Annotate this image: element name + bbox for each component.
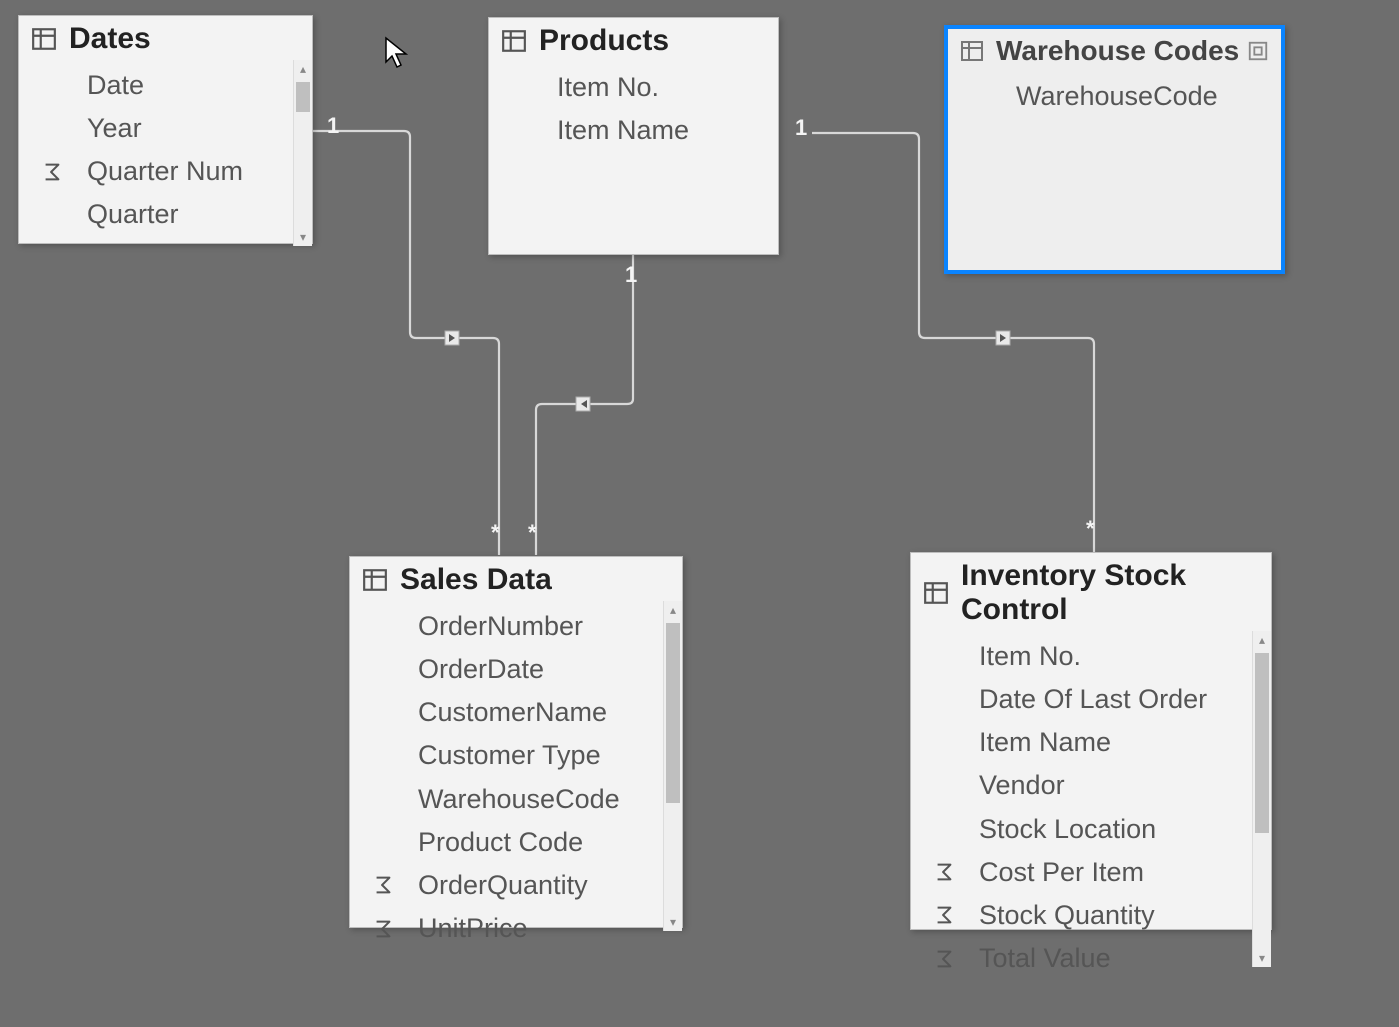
field-row[interactable]: CustomerName bbox=[350, 691, 682, 734]
field-label: OrderQuantity bbox=[418, 866, 670, 905]
field-label: Item No. bbox=[979, 637, 1259, 676]
field-label: UnitPrice bbox=[418, 909, 670, 948]
scrollbar-thumb[interactable] bbox=[666, 623, 680, 803]
field-label: Cost Per Item bbox=[979, 853, 1259, 892]
table-icon bbox=[31, 26, 57, 52]
table-title: Warehouse Codes bbox=[996, 35, 1239, 67]
field-label: Year bbox=[87, 109, 300, 148]
cardinality-products-one: 1 bbox=[625, 262, 637, 288]
cardinality-sales-star-from-dates: * bbox=[491, 520, 500, 546]
field-row[interactable]: Item Name bbox=[911, 721, 1271, 764]
scroll-up-icon[interactable]: ▴ bbox=[294, 60, 312, 78]
sigma-icon bbox=[933, 948, 979, 970]
field-label: Customer Type bbox=[418, 736, 670, 775]
field-row[interactable]: Total Value bbox=[911, 937, 1271, 980]
field-label: Item Name bbox=[557, 111, 766, 150]
scroll-down-icon[interactable]: ▾ bbox=[664, 913, 682, 931]
field-row[interactable]: UnitPrice bbox=[350, 907, 682, 950]
sigma-icon bbox=[933, 861, 979, 883]
cursor-arrow-icon bbox=[384, 36, 410, 75]
table-title: Inventory Stock Control bbox=[961, 559, 1259, 627]
field-row[interactable]: Vendor bbox=[911, 764, 1271, 807]
table-icon bbox=[362, 567, 388, 593]
field-row[interactable]: Stock Location bbox=[911, 808, 1271, 851]
sigma-icon bbox=[933, 904, 979, 926]
field-row[interactable]: Cost Per Item bbox=[911, 851, 1271, 894]
field-label: WarehouseCode bbox=[1016, 77, 1269, 116]
field-row[interactable]: OrderQuantity bbox=[350, 864, 682, 907]
cardinality-sales-star-from-products: * bbox=[528, 520, 537, 546]
table-title: Products bbox=[539, 24, 669, 58]
field-label: Total Value bbox=[979, 939, 1259, 978]
table-inventory-stock-control[interactable]: Inventory Stock Control Item No. Date Of… bbox=[910, 552, 1272, 930]
scrollbar-vertical[interactable]: ▴ ▾ bbox=[293, 60, 312, 246]
field-label: OrderNumber bbox=[418, 607, 670, 646]
cardinality-warehouse-one: 1 bbox=[795, 115, 807, 141]
table-header[interactable]: Warehouse Codes bbox=[948, 29, 1281, 71]
sigma-icon bbox=[372, 874, 418, 896]
field-row[interactable]: Product Code bbox=[350, 821, 682, 864]
field-row[interactable]: Quarter bbox=[19, 193, 312, 236]
table-header[interactable]: Inventory Stock Control bbox=[911, 553, 1271, 631]
field-label: CustomerName bbox=[418, 693, 670, 732]
table-header[interactable]: Sales Data bbox=[350, 557, 682, 601]
field-row[interactable]: Date Of Last Order bbox=[911, 678, 1271, 721]
sigma-icon bbox=[41, 161, 87, 183]
field-row[interactable]: Stock Quantity bbox=[911, 894, 1271, 937]
scrollbar-vertical[interactable]: ▴ ▾ bbox=[1252, 631, 1271, 967]
table-title: Dates bbox=[69, 22, 151, 56]
field-label: Product Code bbox=[418, 823, 670, 862]
table-icon bbox=[923, 580, 949, 606]
table-icon bbox=[501, 28, 527, 54]
scroll-down-icon[interactable]: ▾ bbox=[1253, 949, 1271, 967]
field-label: Vendor bbox=[979, 766, 1259, 805]
table-sales-data[interactable]: Sales Data OrderNumber OrderDate Custome… bbox=[349, 556, 683, 928]
field-row[interactable]: OrderNumber bbox=[350, 605, 682, 648]
field-label: Quarter bbox=[87, 195, 300, 234]
table-icon bbox=[960, 39, 984, 63]
field-label: Date Of Last Order bbox=[979, 680, 1259, 719]
scroll-down-icon[interactable]: ▾ bbox=[294, 228, 312, 246]
field-label: Quarter Num bbox=[87, 152, 300, 191]
field-row[interactable]: Customer Type bbox=[350, 734, 682, 777]
table-dates[interactable]: Dates Date Year Quarter Num Quarter bbox=[18, 15, 313, 244]
field-row[interactable]: Item No. bbox=[489, 66, 778, 109]
field-row[interactable]: WarehouseCode bbox=[350, 778, 682, 821]
field-row[interactable]: Date bbox=[19, 64, 312, 107]
field-label: Item Name bbox=[979, 723, 1259, 762]
field-row[interactable]: Year bbox=[19, 107, 312, 150]
scroll-up-icon[interactable]: ▴ bbox=[664, 601, 682, 619]
field-row[interactable]: Quarter Num bbox=[19, 150, 312, 193]
field-row[interactable]: OrderDate bbox=[350, 648, 682, 691]
field-label: OrderDate bbox=[418, 650, 670, 689]
table-header[interactable]: Products bbox=[489, 18, 778, 62]
scrollbar-thumb[interactable] bbox=[1255, 653, 1269, 833]
table-products[interactable]: Products Item No. Item Name bbox=[488, 17, 779, 255]
table-warehouse-codes[interactable]: Warehouse Codes WarehouseCode bbox=[944, 25, 1285, 274]
field-row[interactable]: Item Name bbox=[489, 109, 778, 152]
field-row[interactable]: WarehouseCode bbox=[948, 75, 1281, 118]
table-mode-icon[interactable] bbox=[1247, 40, 1269, 62]
cardinality-inventory-star: * bbox=[1086, 516, 1095, 542]
field-label: Date bbox=[87, 66, 300, 105]
cardinality-dates-one: 1 bbox=[327, 113, 339, 139]
sigma-icon bbox=[372, 918, 418, 940]
table-title: Sales Data bbox=[400, 563, 552, 597]
table-header[interactable]: Dates bbox=[19, 16, 312, 60]
field-label: Item No. bbox=[557, 68, 766, 107]
field-label: Stock Location bbox=[979, 810, 1259, 849]
field-label: Stock Quantity bbox=[979, 896, 1259, 935]
scrollbar-vertical[interactable]: ▴ ▾ bbox=[663, 601, 682, 931]
scroll-up-icon[interactable]: ▴ bbox=[1253, 631, 1271, 649]
field-row[interactable]: Item No. bbox=[911, 635, 1271, 678]
model-canvas[interactable]: 1 * 1 * 1 * Dates Date Year bbox=[0, 0, 1399, 1027]
scrollbar-thumb[interactable] bbox=[296, 82, 310, 112]
field-label: WarehouseCode bbox=[418, 780, 670, 819]
